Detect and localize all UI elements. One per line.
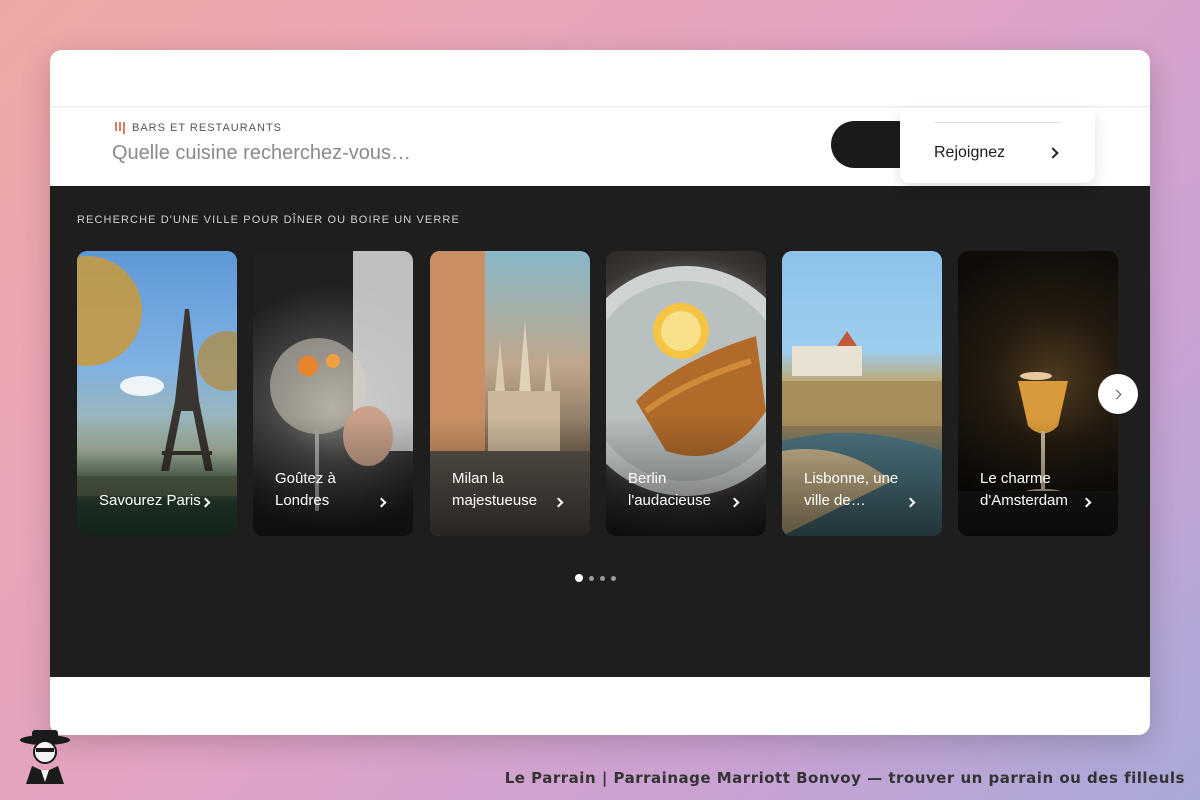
city-card-paris[interactable]: Savourez Paris: [77, 251, 237, 536]
search-category-label: BARS ET RESTAURANTS: [132, 122, 283, 134]
city-card-london[interactable]: Goûtez à Londres: [253, 251, 413, 536]
join-menu-item[interactable]: Rejoignez: [934, 144, 1061, 162]
account-dropdown: Rejoignez: [900, 108, 1095, 183]
city-card-berlin[interactable]: Berlin l'audacieuse: [606, 251, 766, 536]
chevron-right-icon: [1111, 389, 1122, 399]
card-title: Savourez Paris: [99, 492, 201, 509]
top-header-bar: [50, 50, 1150, 107]
carousel-pagination: [575, 574, 616, 582]
city-carousel-section: RECHERCHE D'UNE VILLE POUR DÎNER OU BOIR…: [50, 186, 1150, 677]
dropdown-divider: [934, 122, 1061, 123]
city-card-milan[interactable]: Milan la majestueuse: [430, 251, 590, 536]
card-title: Milan la majestueuse: [452, 470, 538, 509]
cuisine-search-input[interactable]: [112, 138, 812, 168]
fork-knife-icon: [114, 122, 126, 134]
card-title: Berlin l'audacieuse: [628, 470, 711, 509]
carousel-next-button[interactable]: [1098, 374, 1138, 414]
search-category: BARS ET RESTAURANTS: [114, 122, 282, 134]
bottom-section: [50, 677, 1150, 735]
footer-caption: Le Parrain | Parrainage Marriott Bonvoy …: [504, 769, 1185, 787]
chevron-right-icon: [1047, 147, 1059, 159]
pagination-dot[interactable]: [600, 575, 605, 581]
card-title: Lisbonne, une ville de…: [804, 470, 899, 509]
card-title: Goûtez à Londres: [275, 470, 336, 509]
le-parrain-logo: [20, 730, 70, 784]
city-card-amsterdam[interactable]: Le charme d'Amsterdam: [958, 251, 1118, 536]
join-label: Rejoignez: [934, 144, 1006, 161]
section-heading: RECHERCHE D'UNE VILLE POUR DÎNER OU BOIR…: [77, 214, 460, 226]
pagination-dot[interactable]: [575, 574, 583, 582]
card-shade: [77, 416, 237, 536]
pagination-dot[interactable]: [589, 575, 594, 581]
browser-window: BARS ET RESTAURANTS Rejoignez RECHERCHE …: [50, 50, 1150, 735]
card-title: Le charme d'Amsterdam: [980, 470, 1068, 509]
city-card-lisbon[interactable]: Lisbonne, une ville de…: [782, 251, 942, 536]
pagination-dot[interactable]: [611, 575, 616, 581]
